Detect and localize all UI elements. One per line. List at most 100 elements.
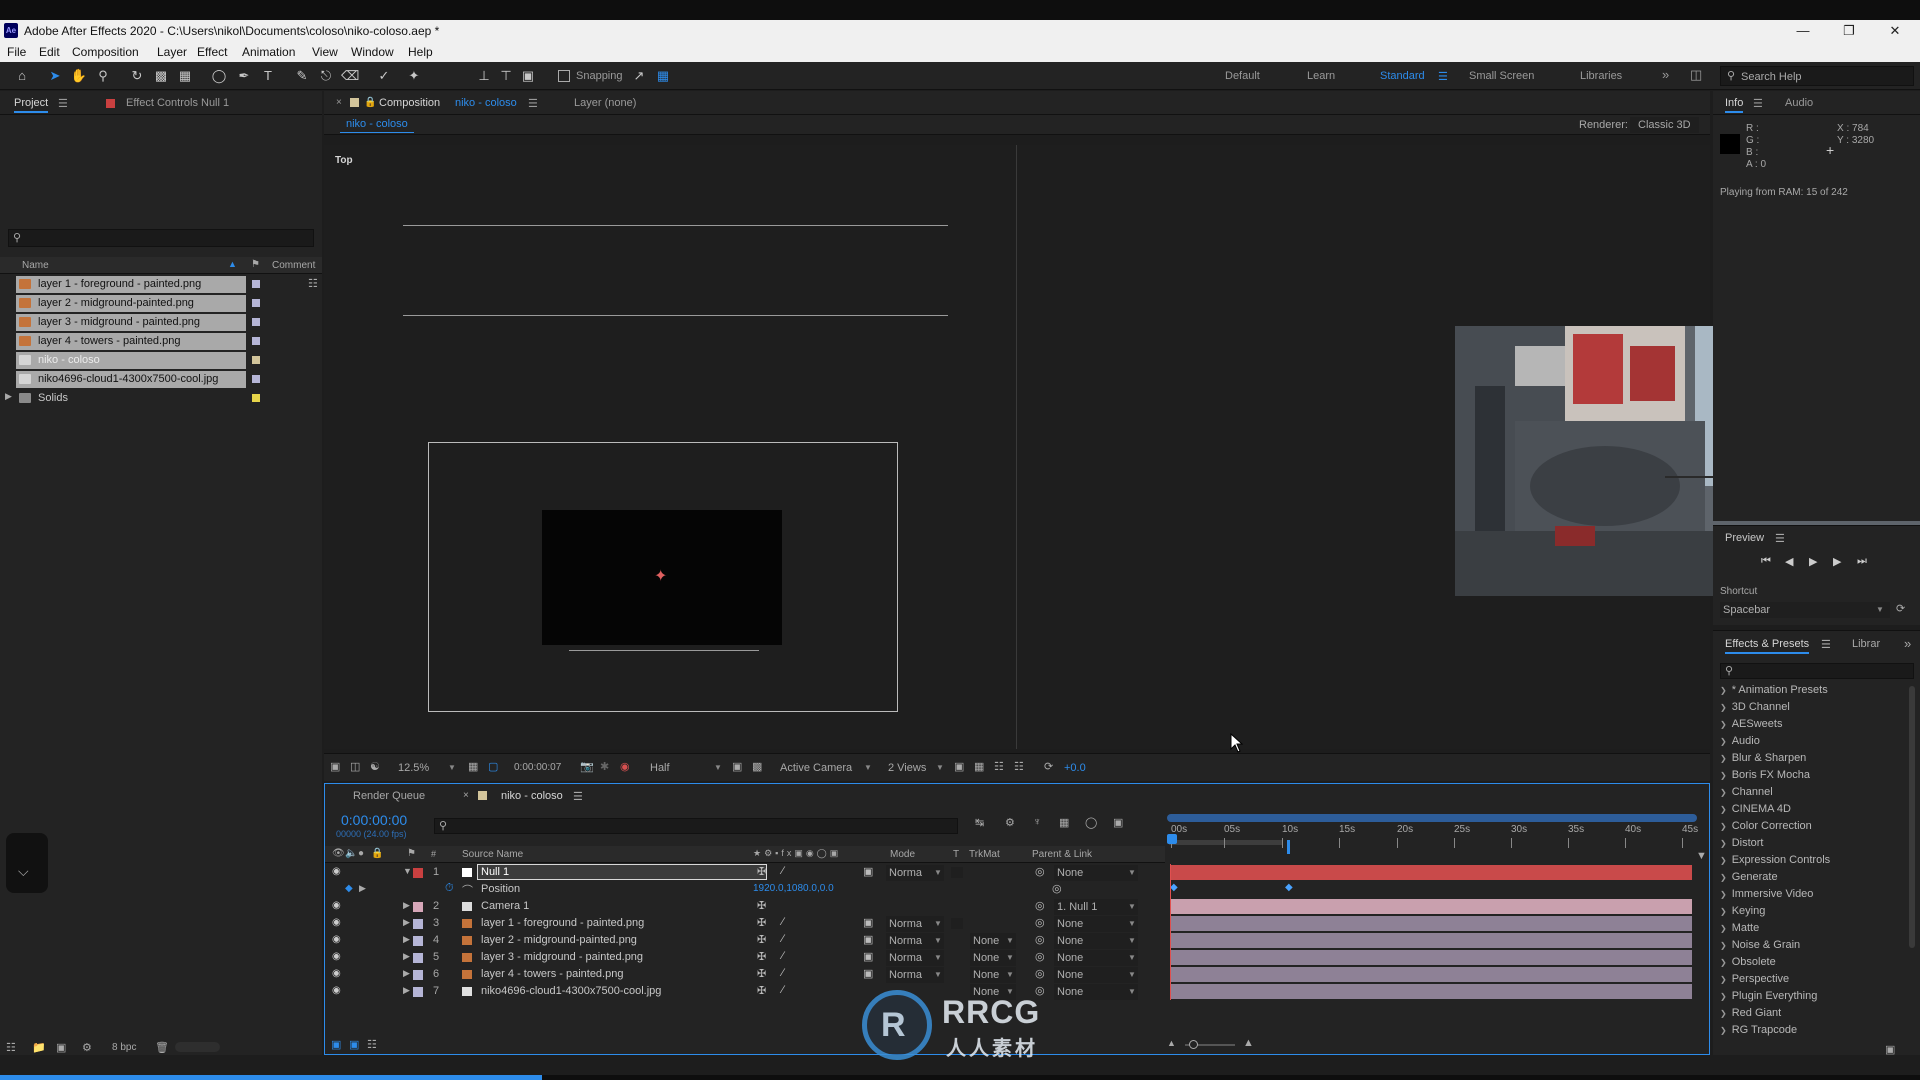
type-tool-icon[interactable]: T: [259, 67, 277, 85]
layer-duration-bar[interactable]: [1170, 899, 1692, 914]
work-area-bar[interactable]: [1167, 814, 1697, 822]
restore-icon[interactable]: ❐: [1826, 21, 1872, 41]
comp-button-icon[interactable]: ▼: [1696, 850, 1707, 862]
snapping-checkbox[interactable]: [558, 70, 570, 82]
col-name[interactable]: Name: [22, 260, 49, 271]
parent-dropdown[interactable]: None ▼: [1054, 950, 1138, 966]
fast-previews-icon[interactable]: ▣: [732, 760, 742, 773]
effect-category[interactable]: ❯ Generate: [1720, 871, 1778, 888]
col-comment[interactable]: Comment: [272, 260, 315, 271]
previous-frame-icon[interactable]: ◀: [1785, 555, 1793, 568]
monitor-icon[interactable]: ◫: [350, 760, 360, 773]
graph-editor-icon[interactable]: ▣: [1113, 816, 1123, 829]
quality-switch-icon[interactable]: ∕: [782, 984, 784, 996]
3d-layer-icon[interactable]: ▣: [863, 967, 873, 980]
parent-dropdown[interactable]: 1. Null 1 ▼: [1054, 899, 1138, 915]
trkmat-dropdown[interactable]: None ▼: [970, 933, 1016, 949]
layer-duration-bar[interactable]: [1170, 967, 1692, 982]
effect-category[interactable]: ❯ Obsolete: [1720, 956, 1776, 973]
tab-layer[interactable]: Layer (none): [574, 97, 636, 109]
flowchart-icon[interactable]: ☷: [994, 760, 1004, 773]
anchor-switch-icon[interactable]: ✠: [757, 967, 766, 980]
effect-category[interactable]: ❯ Color Correction: [1720, 820, 1812, 837]
reset-exposure-icon[interactable]: ⟳: [1044, 760, 1053, 773]
layer-duration-bar[interactable]: [1170, 933, 1692, 948]
tab-effect-controls[interactable]: Effect Controls Null 1: [126, 97, 229, 109]
layer-switches-toggle-icon[interactable]: ▣: [331, 1038, 341, 1051]
axis-view-icon[interactable]: ▣: [519, 67, 537, 85]
layer-label-swatch[interactable]: [413, 987, 423, 997]
chevron-down-icon[interactable]: ▼: [864, 763, 872, 772]
toggle-pixel-aspect-icon[interactable]: ▣: [954, 760, 964, 773]
timeline-zoom-handle[interactable]: [1189, 1040, 1198, 1049]
timeline-layer-row[interactable]: ◉ ▶ 3 layer 1 - foreground - painted.png ✠ ∕ ▣…: [325, 915, 1694, 932]
chevron-right-icon[interactable]: ▶: [403, 934, 410, 945]
label-swatch[interactable]: [252, 280, 260, 288]
zoom-tool-icon[interactable]: ⚲: [94, 67, 112, 85]
layer-label-swatch[interactable]: [413, 936, 423, 946]
chevron-right-icon[interactable]: ▼: [403, 866, 412, 876]
menu-layer[interactable]: Layer: [157, 45, 187, 59]
axis-local-icon[interactable]: ⊥: [475, 67, 493, 85]
project-item[interactable]: layer 2 - midground-painted.png: [0, 294, 322, 313]
panel-overflow-icon[interactable]: »: [1904, 636, 1911, 651]
interpret-footage-icon[interactable]: ☷: [6, 1041, 16, 1054]
close-comp-tab-icon[interactable]: ×: [336, 97, 342, 108]
menu-edit[interactable]: Edit: [39, 45, 60, 59]
panel-toggle-icon[interactable]: ◫: [1690, 67, 1702, 83]
anchor-switch-icon[interactable]: ✠: [757, 865, 766, 878]
top-view[interactable]: Top ✦: [324, 145, 1016, 749]
col-trkmat[interactable]: TrkMat: [969, 849, 1000, 860]
mode-dropdown[interactable]: Norma ▼: [886, 967, 944, 983]
position-property-row[interactable]: ◆ ▶ ⏱ ⌒ Position 1920.0,1080.0,0.0 ◎ ◆ ◆: [325, 881, 1694, 898]
menu-help[interactable]: Help: [408, 45, 433, 59]
lock-icon[interactable]: 🔒: [364, 97, 376, 108]
mode-dropdown[interactable]: Norma ▼: [886, 916, 944, 932]
bpc-label[interactable]: 8 bpc: [112, 1042, 136, 1053]
label-swatch[interactable]: [252, 299, 260, 307]
parent-dropdown[interactable]: None ▼: [1054, 865, 1138, 881]
mode-dropdown[interactable]: Norma ▼: [886, 950, 944, 966]
chevron-right-icon[interactable]: ▶: [403, 985, 410, 996]
stopwatch-icon[interactable]: ⏱: [445, 882, 454, 895]
tab-project[interactable]: Project: [14, 97, 49, 113]
video-progress-bar[interactable]: [0, 1075, 542, 1080]
keyframe-navigator-icon[interactable]: ◆: [345, 883, 353, 894]
layer-name-highlight[interactable]: [477, 864, 767, 880]
grid-icon[interactable]: ▦: [468, 760, 478, 773]
snap-edges-icon[interactable]: ↗: [630, 67, 648, 85]
pan-behind-tool-icon[interactable]: ▦: [176, 67, 194, 85]
col-parent-link[interactable]: Parent & Link: [1032, 849, 1092, 860]
label-swatch[interactable]: [252, 318, 260, 326]
new-comp-icon[interactable]: ▣: [56, 1041, 66, 1054]
label-swatch[interactable]: [252, 375, 260, 383]
3d-layer-icon[interactable]: ▣: [863, 916, 873, 929]
camera-icon[interactable]: ✦: [654, 568, 672, 586]
tab-effects-presets[interactable]: Effects & Presets: [1725, 638, 1810, 654]
timeline-current-time[interactable]: 0:00:00:00: [341, 812, 407, 828]
layer-label-swatch[interactable]: [413, 902, 423, 912]
trkmat-dropdown[interactable]: None ▼: [970, 950, 1016, 966]
project-item[interactable]: niko4696-cloud1-4300x7500-cool.jpg: [0, 370, 322, 389]
pick-whip-icon[interactable]: ◎: [1035, 916, 1045, 929]
close-icon[interactable]: ✕: [1872, 21, 1918, 41]
parent-dropdown[interactable]: None ▼: [1054, 933, 1138, 949]
chevron-right-icon[interactable]: ▶: [403, 900, 410, 911]
trkmat-dropdown[interactable]: None ▼: [970, 967, 1016, 983]
flowchart-icon[interactable]: ☷: [308, 277, 318, 290]
menu-file[interactable]: File: [7, 45, 26, 59]
delete-icon[interactable]: 🗑: [155, 1041, 169, 1054]
last-frame-icon[interactable]: ⏭: [1857, 555, 1867, 568]
preview-menu-icon[interactable]: ☰: [1775, 532, 1785, 545]
tab-libraries[interactable]: Librar: [1852, 638, 1880, 650]
effect-category[interactable]: ❯ Immersive Video: [1720, 888, 1813, 905]
3d-layer-icon[interactable]: ▣: [863, 933, 873, 946]
views-dropdown[interactable]: 2 Views: [888, 762, 926, 774]
label-swatch[interactable]: [252, 337, 260, 345]
col-t[interactable]: T: [953, 849, 959, 860]
chevron-down-icon[interactable]: ▼: [448, 763, 456, 772]
effect-category[interactable]: ❯ * Animation Presets: [1720, 684, 1828, 701]
tab-info[interactable]: Info: [1725, 97, 1744, 113]
quality-switch-icon[interactable]: ∕: [782, 950, 784, 962]
effect-category[interactable]: ❯ Audio: [1720, 735, 1760, 752]
